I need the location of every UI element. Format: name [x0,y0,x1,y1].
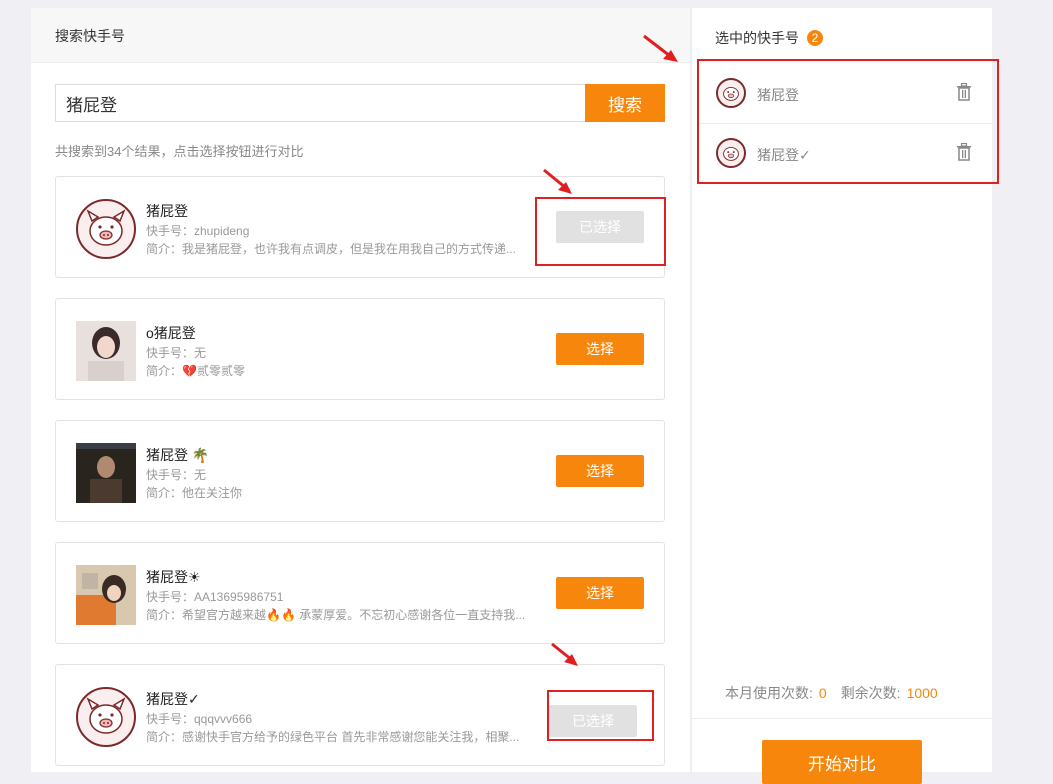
selected-panel-title: 选中的快手号 [715,30,799,46]
result-card: 猪屁登✓ 快手号：qqqvvv666 简介：感谢快手官方给予的绿色平台 首先非常… [55,664,665,766]
search-panel: 搜索快手号 搜索 共搜索到34个结果，点击选择按钮进行对比 猪屁登 快手号：zh… [31,8,690,772]
avatar [76,443,136,503]
result-card: 猪屁登 🌴 快手号：无 简介：他在关注你 选择 [55,420,665,522]
card-id: 快手号：无 [146,468,207,482]
selected-count-badge: 2 [807,30,823,46]
search-input[interactable] [55,84,585,122]
pig-avatar-icon [723,146,739,161]
card-bio: 简介：💔贰零贰零 [146,364,245,378]
avatar [76,199,136,259]
selected-item: 猪屁登 [700,63,992,124]
card-bio: 简介：他在关注你 [146,486,243,500]
avatar [76,687,136,747]
result-summary: 共搜索到34个结果，点击选择按钮进行对比 [55,144,304,159]
card-id: 快手号：zhupideng [146,224,250,238]
avatar [76,565,136,625]
card-id: 快手号：qqqvvv666 [146,712,253,726]
search-panel-header: 搜索快手号 [31,8,690,63]
card-name: o猪屁登 [146,325,196,341]
card-name: 猪屁登 [146,203,188,219]
pig-avatar-icon [723,86,739,101]
divider [692,718,992,719]
pig-avatar-icon [86,209,126,246]
search-button[interactable]: 搜索 [585,84,665,122]
select-button[interactable]: 选择 [556,455,644,487]
month-usage-value: 0 [818,685,827,701]
start-compare-button[interactable]: 开始对比 [762,740,922,784]
result-card: 猪屁登☀ 快手号：AA13695986751 简介：希望官方越来越🔥🔥 承蒙厚爱… [55,542,665,644]
trash-icon[interactable] [956,83,972,101]
avatar [76,321,136,381]
usage-stats: 本月使用次数: 0 剩余次数: 1000 [725,683,938,703]
selected-button[interactable]: 已选择 [556,211,644,243]
remaining-label: 剩余次数: [840,685,901,701]
selected-panel-header: 选中的快手号 2 [715,28,823,48]
month-usage-label: 本月使用次数: [725,685,813,701]
select-button[interactable]: 选择 [556,577,644,609]
pig-avatar-icon [86,697,126,734]
result-card: o猪屁登 快手号：无 简介：💔贰零贰零 选择 [55,298,665,400]
select-button[interactable]: 选择 [556,333,644,365]
avatar [716,138,746,168]
avatar [716,78,746,108]
photo-avatar-icon [76,565,136,625]
card-bio: 简介：我是猪屁登，也许我有点调皮，但是我在用我自己的方式传递... [146,242,517,256]
card-id: 快手号：AA13695986751 [146,590,284,604]
selected-panel: 选中的快手号 2 猪屁登 猪屁登✓ 本月使用次数: 0 剩余次数: 1000 开… [691,8,992,784]
card-bio: 简介：感谢快手官方给予的绿色平台 首先非常感谢您能关注我，相聚... [146,730,520,744]
selected-item-name: 猪屁登✓ [757,147,811,163]
selected-button[interactable]: 已选择 [549,705,637,737]
card-name: 猪屁登☀ [146,569,201,585]
photo-avatar-icon [76,443,136,503]
search-bar: 搜索 [55,84,665,122]
photo-avatar-icon [76,321,136,381]
card-bio: 简介：希望官方越来越🔥🔥 承蒙厚爱。不忘初心感谢各位一直支持我... [146,608,526,622]
result-card: 猪屁登 快手号：zhupideng 简介：我是猪屁登，也许我有点调皮，但是我在用… [55,176,665,278]
selected-item: 猪屁登✓ [700,123,992,184]
trash-icon[interactable] [956,143,972,161]
card-name: 猪屁登✓ [146,691,200,707]
remaining-value: 1000 [906,685,938,701]
selected-item-name: 猪屁登 [757,87,799,103]
card-id: 快手号：无 [146,346,207,360]
card-name: 猪屁登 🌴 [146,447,210,463]
